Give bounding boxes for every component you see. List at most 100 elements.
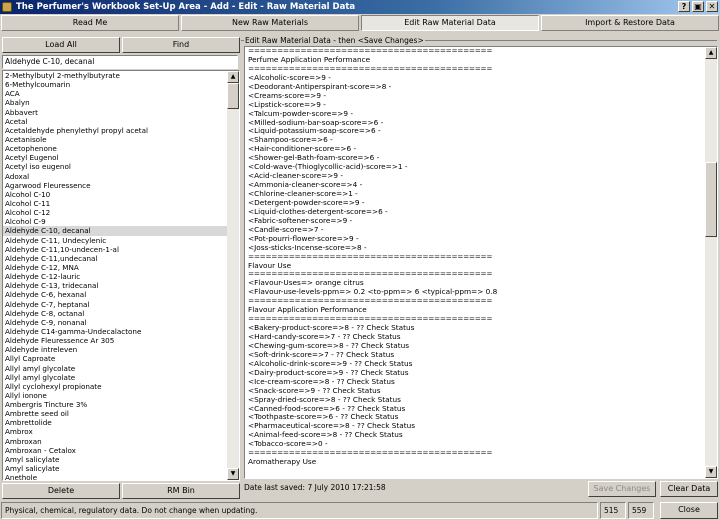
editor-scroll-down-icon[interactable]: ▼: [705, 466, 717, 478]
editor-scroll-up-icon[interactable]: ▲: [705, 47, 717, 59]
list-item[interactable]: Allyl ionone: [3, 391, 227, 400]
list-item[interactable]: Aldehyde intreleven: [3, 345, 227, 354]
list-item[interactable]: Alcohol C-9: [3, 217, 227, 226]
editor-line: <Bakery-product-score=>8 - ?? Check Stat…: [248, 324, 415, 333]
list-item[interactable]: Aldehyde C-12-lauric: [3, 272, 227, 281]
editor-line: <Deodorant-Antiperspirant-score=>8 -: [248, 82, 392, 91]
list-item[interactable]: Acetal: [3, 117, 227, 126]
list-item[interactable]: Aldehyde C-11, Undecylenic: [3, 236, 227, 245]
list-item[interactable]: Aldehyde C14-gamma-Undecalactone: [3, 327, 227, 336]
list-item[interactable]: Allyl cyclohexyl propionate: [3, 382, 227, 391]
list-item[interactable]: Aldehyde C-8, octanal: [3, 309, 227, 318]
list-scroll-down-icon[interactable]: ▼: [227, 468, 239, 480]
list-item[interactable]: ACA: [3, 89, 227, 98]
editor-line: <Alcoholic-drink-score=>9 - ?? Check Sta…: [248, 359, 413, 368]
tab-read-me[interactable]: Read Me: [1, 15, 179, 31]
separator-line: ========================================…: [248, 270, 493, 279]
list-item[interactable]: Allyl amyl glycolate: [3, 364, 227, 373]
editor-line: <Dairy-product-score=>9 - ?? Check Statu…: [248, 368, 409, 377]
clear-data-button[interactable]: Clear Data: [660, 481, 718, 497]
list-item[interactable]: Alcohol C-11: [3, 199, 227, 208]
editor-line: Flavour Use: [248, 261, 292, 270]
list-item[interactable]: Ambroxan: [3, 437, 227, 446]
separator-line: ========================================…: [248, 64, 493, 73]
list-item[interactable]: Acetophenone: [3, 144, 227, 153]
list-item[interactable]: Aldehyde C-11,10-undecen-1-al: [3, 245, 227, 254]
list-scrollbar[interactable]: ▲ ▼: [227, 71, 239, 480]
save-changes-button[interactable]: Save Changes: [588, 481, 656, 497]
find-button[interactable]: Find: [122, 37, 240, 53]
editor-line: <Soft-drink-score=>7 - ?? Check Status: [248, 350, 395, 359]
list-item[interactable]: 6-Methylcoumarin: [3, 80, 227, 89]
list-item[interactable]: Acetaldehyde phenylethyl propyl acetal: [3, 126, 227, 135]
load-all-button[interactable]: Load All: [2, 37, 120, 53]
close-button[interactable]: Close: [660, 502, 718, 519]
list-item[interactable]: Acetanisole: [3, 135, 227, 144]
editor-line: <Shampoo-score=>6 -: [248, 136, 333, 145]
list-item[interactable]: Aldehyde C-9, nonanal: [3, 318, 227, 327]
window-title: The Perfumer's Workbook Set-Up Area - Ad…: [16, 2, 356, 12]
list-item[interactable]: Agarwood Fleuressence: [3, 181, 227, 190]
list-item[interactable]: Aldehyde C-6, hexanal: [3, 290, 227, 299]
editor-line: <Flavour-use-levels-ppm=> 0.2 <to-ppm=> …: [248, 288, 498, 297]
editor-line: <Hair-conditioner-score=>6 -: [248, 145, 357, 154]
tab-new-raw-materials[interactable]: New Raw Materials: [181, 15, 359, 31]
list-item[interactable]: Aldehyde C-11,undecanal: [3, 254, 227, 263]
list-item[interactable]: Allyl amyl glycolate: [3, 373, 227, 382]
editor-line: <Snack-score=>9 - ?? Check Status: [248, 386, 381, 395]
list-item[interactable]: Amyl salicylate: [3, 455, 227, 464]
list-item[interactable]: Aldehyde C-7, heptanal: [3, 300, 227, 309]
list-item-selected[interactable]: Aldehyde C-10, decanal: [3, 226, 227, 236]
editor-scrollbar[interactable]: ▲ ▼: [705, 47, 717, 478]
list-item[interactable]: Ambrette seed oil: [3, 409, 227, 418]
editor-line: <Chewing-gum-score=>8 - ?? Check Status: [248, 341, 410, 350]
list-item[interactable]: 2-Methylbutyl 2-methylbutyrate: [3, 71, 227, 80]
list-item[interactable]: Alcohol C-12: [3, 208, 227, 217]
title-bar-buttons: ? ▣ ✕: [678, 1, 718, 12]
editor-line: <Talcum-powder-score=>9 -: [248, 109, 354, 118]
editor-line: <Shower-gel-Bath-foam-score=>6 -: [248, 154, 380, 163]
editor-line: <Ice-cream-score=>8 - ?? Check Status: [248, 377, 395, 386]
list-scroll-thumb[interactable]: [227, 83, 239, 109]
close-window-button[interactable]: ✕: [706, 1, 718, 12]
tab-import-restore-data[interactable]: Import & Restore Data: [541, 15, 719, 31]
list-item[interactable]: Adoxal: [3, 172, 227, 181]
editor-line: <Toothpaste-score=>6 - ?? Check Status: [248, 413, 399, 422]
editor-line: <Milled-sodium-bar-soap-score=>6 -: [248, 118, 384, 127]
editor-scroll-thumb[interactable]: [705, 162, 717, 237]
list-item[interactable]: Aldehyde C-13, tridecanal: [3, 281, 227, 290]
list-item[interactable]: Amyl salicylate: [3, 464, 227, 473]
list-item[interactable]: Ambrettolide: [3, 418, 227, 427]
help-button[interactable]: ?: [678, 1, 690, 12]
app-icon: [2, 2, 12, 12]
editor-line: <Hard-candy-score=>7 - ?? Check Status: [248, 333, 401, 341]
list-item[interactable]: Anethole: [3, 473, 227, 480]
list-item[interactable]: Aldehyde Fleuressence Ar 305: [3, 336, 227, 345]
rm-bin-button[interactable]: RM Bin: [122, 483, 240, 499]
editor-line: <Creams-score=>9 -: [248, 91, 326, 100]
raw-material-list[interactable]: 2-Methylbutyl 2-methylbutyrate 6-Methylco…: [2, 70, 240, 481]
editor-line: <Lipstick-score=>9 -: [248, 100, 326, 109]
list-item[interactable]: Ambroxan - Cetalox: [3, 446, 227, 455]
list-item[interactable]: Abbavert: [3, 108, 227, 117]
list-item[interactable]: Ambrox: [3, 427, 227, 436]
delete-button[interactable]: Delete: [2, 483, 120, 499]
list-item[interactable]: Alcohol C-10: [3, 190, 227, 199]
list-scroll-up-icon[interactable]: ▲: [227, 71, 239, 83]
search-input[interactable]: Aldehyde C-10, decanal: [2, 55, 238, 69]
list-item[interactable]: Acetyl iso eugenol: [3, 162, 227, 171]
editor-line: Perfume Application Performance: [248, 55, 371, 64]
main-tabs: Read Me New Raw Materials Edit Raw Mater…: [0, 14, 720, 32]
list-item[interactable]: Acetyl Eugenol: [3, 153, 227, 162]
separator-line: ========================================…: [248, 449, 493, 458]
tab-edit-raw-material-data[interactable]: Edit Raw Material Data: [361, 15, 539, 31]
raw-material-data-editor[interactable]: ========================================…: [244, 46, 718, 479]
editor-line: <Liquid-potassium-soap-score=>6 -: [248, 127, 381, 136]
list-item[interactable]: Ambergris Tincture 3%: [3, 400, 227, 409]
list-item[interactable]: Allyl Caproate: [3, 354, 227, 363]
editor-line: <Ammonia-cleaner-score=>4 -: [248, 181, 363, 190]
maximize-button[interactable]: ▣: [692, 1, 704, 12]
list-item[interactable]: Abalyn: [3, 98, 227, 107]
editor-line: <Fabric-softener-score=>9 -: [248, 216, 353, 225]
list-item[interactable]: Aldehyde C-12, MNA: [3, 263, 227, 272]
